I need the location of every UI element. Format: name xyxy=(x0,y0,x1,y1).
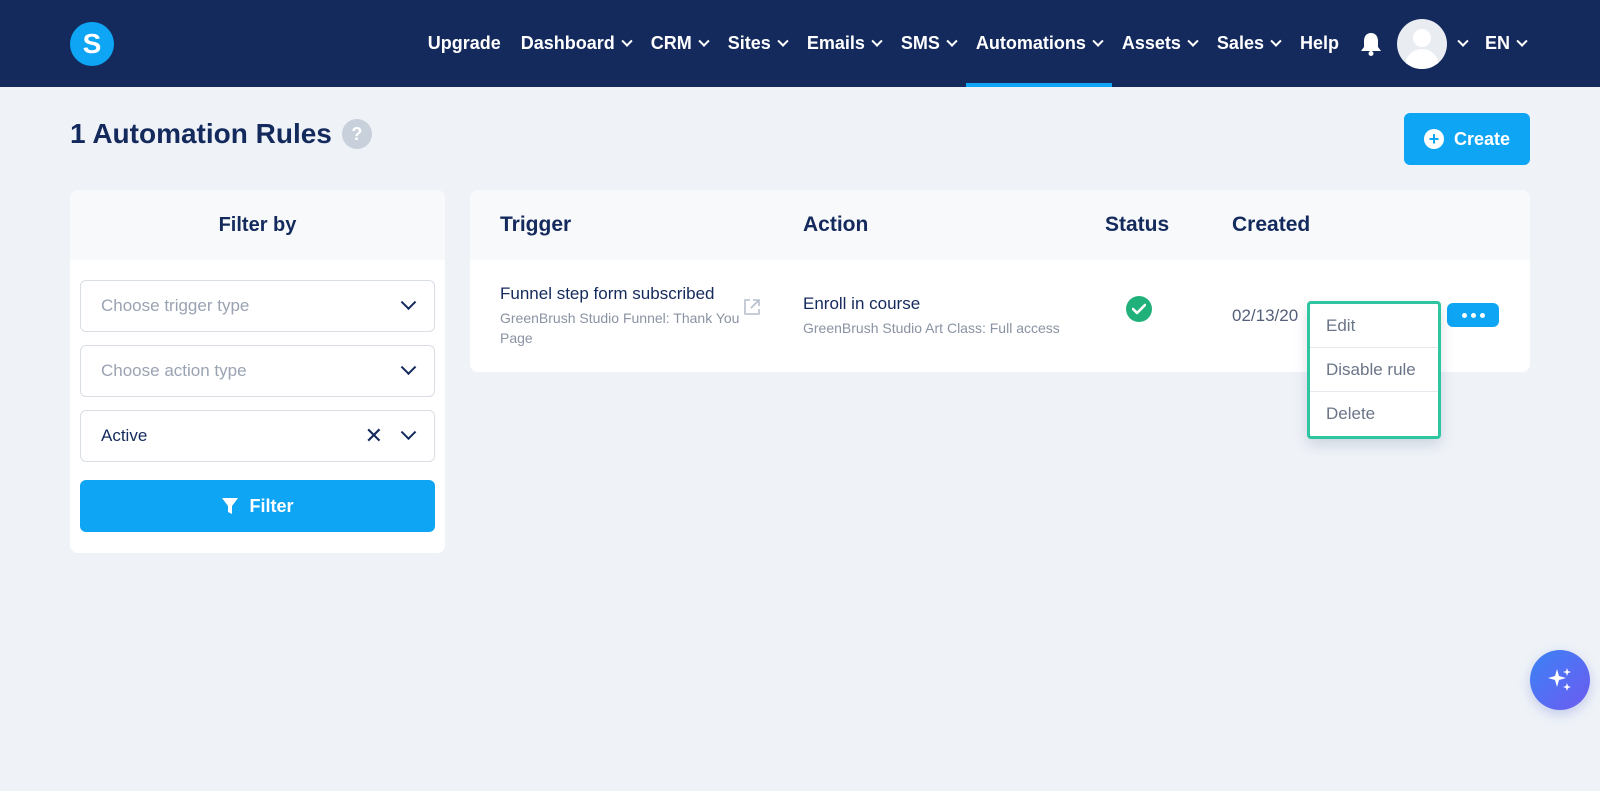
action-cell: Enroll in course GreenBrush Studio Art C… xyxy=(803,294,1093,338)
col-created: Created xyxy=(1232,213,1311,236)
chevron-down-icon xyxy=(1187,35,1199,47)
chevron-down-icon xyxy=(400,423,417,440)
bell-icon[interactable] xyxy=(1359,31,1383,57)
nav-automations[interactable]: Automations xyxy=(965,0,1112,87)
menu-item-disable-rule[interactable]: Disable rule xyxy=(1310,348,1438,392)
row-actions-menu: Edit Disable rule Delete xyxy=(1307,301,1441,439)
help-icon[interactable]: ? xyxy=(341,119,372,149)
top-navigation: S Upgrade Dashboard CRM Sites Emails SMS… xyxy=(0,0,1600,87)
check-circle-icon xyxy=(1126,296,1152,322)
chevron-down-icon xyxy=(400,293,417,310)
chevron-down-icon xyxy=(698,35,710,47)
chevron-down-icon xyxy=(1516,35,1528,47)
funnel-icon xyxy=(222,498,239,514)
dot-icon xyxy=(1479,312,1485,318)
trigger-name: Funnel step form subscribed xyxy=(500,284,715,303)
action-type-select[interactable]: Choose action type xyxy=(80,345,435,397)
trigger-detail: GreenBrush Studio Funnel: Thank You Page xyxy=(500,310,740,346)
main-nav: Upgrade Dashboard CRM Sites Emails SMS A… xyxy=(418,0,1536,87)
nav-dashboard[interactable]: Dashboard xyxy=(511,0,641,87)
chevron-down-icon xyxy=(777,35,789,47)
nav-assets[interactable]: Assets xyxy=(1112,0,1207,87)
avatar-dropdown[interactable] xyxy=(1447,0,1469,87)
dot-icon xyxy=(1470,312,1476,318)
chevron-down-icon xyxy=(1092,35,1104,47)
chevron-down-icon xyxy=(621,35,633,47)
menu-item-edit[interactable]: Edit xyxy=(1310,304,1438,348)
menu-item-delete[interactable]: Delete xyxy=(1310,392,1438,436)
nav-help[interactable]: Help xyxy=(1290,0,1349,87)
filter-panel: Filter by Choose trigger type Choose act… xyxy=(70,190,445,553)
row-actions-button[interactable] xyxy=(1447,303,1499,327)
clear-icon[interactable]: ✕ xyxy=(365,425,383,447)
chevron-down-icon xyxy=(400,358,417,375)
language-selector[interactable]: EN xyxy=(1475,0,1536,87)
chevron-down-icon xyxy=(946,35,958,47)
page-title-text: 1 Automation Rules xyxy=(70,118,332,149)
avatar[interactable] xyxy=(1396,18,1447,69)
trigger-type-select[interactable]: Choose trigger type xyxy=(80,280,435,332)
status-select[interactable]: Active ✕ xyxy=(80,410,435,462)
app-logo[interactable]: S xyxy=(70,22,114,66)
create-button[interactable]: + Create xyxy=(1404,113,1530,165)
filter-heading: Filter by xyxy=(70,190,445,260)
ai-assistant-button[interactable] xyxy=(1530,650,1590,710)
plus-circle-icon: + xyxy=(1423,129,1444,149)
nav-upgrade[interactable]: Upgrade xyxy=(418,0,511,87)
nav-crm[interactable]: CRM xyxy=(641,0,718,87)
col-action: Action xyxy=(803,213,869,236)
page-title: 1 Automation Rules ? xyxy=(70,118,372,150)
nav-emails[interactable]: Emails xyxy=(797,0,891,87)
filter-button[interactable]: Filter xyxy=(80,480,435,532)
nav-sites[interactable]: Sites xyxy=(718,0,797,87)
nav-sales[interactable]: Sales xyxy=(1207,0,1290,87)
table-header: Trigger Action Status Created xyxy=(470,190,1530,260)
action-name: Enroll in course xyxy=(803,294,921,313)
chevron-down-icon xyxy=(1457,35,1469,47)
trigger-cell: Funnel step form subscribed GreenBrush S… xyxy=(500,284,740,348)
chevron-down-icon xyxy=(1270,35,1282,47)
col-trigger: Trigger xyxy=(500,213,572,236)
nav-sms[interactable]: SMS xyxy=(891,0,966,87)
dot-icon xyxy=(1461,312,1467,318)
action-detail: GreenBrush Studio Art Class: Full access xyxy=(803,320,1060,336)
col-status: Status xyxy=(1105,213,1170,236)
external-link-icon[interactable] xyxy=(742,297,762,317)
user-menu[interactable] xyxy=(1396,0,1469,87)
created-date: 02/13/20 xyxy=(1232,306,1299,325)
sparkles-icon xyxy=(1548,668,1571,691)
chevron-down-icon xyxy=(871,35,883,47)
